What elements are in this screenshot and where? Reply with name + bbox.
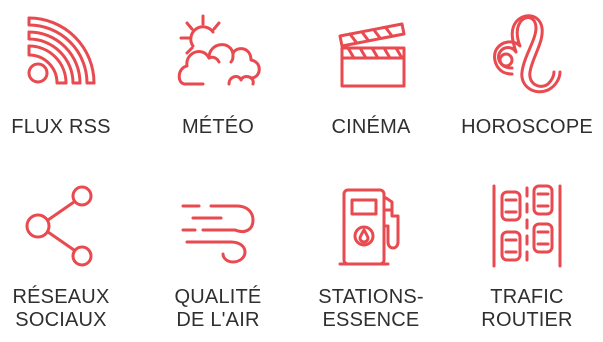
traffic-icon <box>482 180 572 270</box>
tile-label: TRAFIC ROUTIER <box>481 286 573 331</box>
tile-gas-stations[interactable]: STATIONS- ESSENCE <box>296 180 446 332</box>
tile-label: RÉSEAUX SOCIAUX <box>12 286 110 331</box>
tile-label: QUALITÉ DE L'AIR <box>174 286 262 331</box>
weather-icon <box>173 6 263 96</box>
wind-icon <box>173 180 263 270</box>
leo-zodiac-icon <box>482 6 572 96</box>
share-icon <box>16 180 106 270</box>
tile-label: CINÉMA <box>331 116 411 138</box>
tile-weather[interactable]: MÉTÉO <box>143 6 293 139</box>
fuel-pump-icon <box>326 180 416 270</box>
clapperboard-icon <box>326 6 416 96</box>
tile-label: FLUX RSS <box>11 116 111 138</box>
tile-label: MÉTÉO <box>181 116 255 138</box>
tile-cinema[interactable]: CINÉMA <box>296 6 446 139</box>
tile-road-traffic[interactable]: TRAFIC ROUTIER <box>452 180 602 332</box>
rss-icon <box>16 6 106 96</box>
tile-label: HOROSCOPE <box>461 116 593 138</box>
tile-label: STATIONS- ESSENCE <box>318 286 424 331</box>
tile-air-quality[interactable]: QUALITÉ DE L'AIR <box>143 180 293 332</box>
tile-rss-feed[interactable]: FLUX RSS <box>0 6 136 139</box>
tile-horoscope[interactable]: HOROSCOPE <box>452 6 602 139</box>
tile-social-networks[interactable]: RÉSEAUX SOCIAUX <box>0 180 136 332</box>
